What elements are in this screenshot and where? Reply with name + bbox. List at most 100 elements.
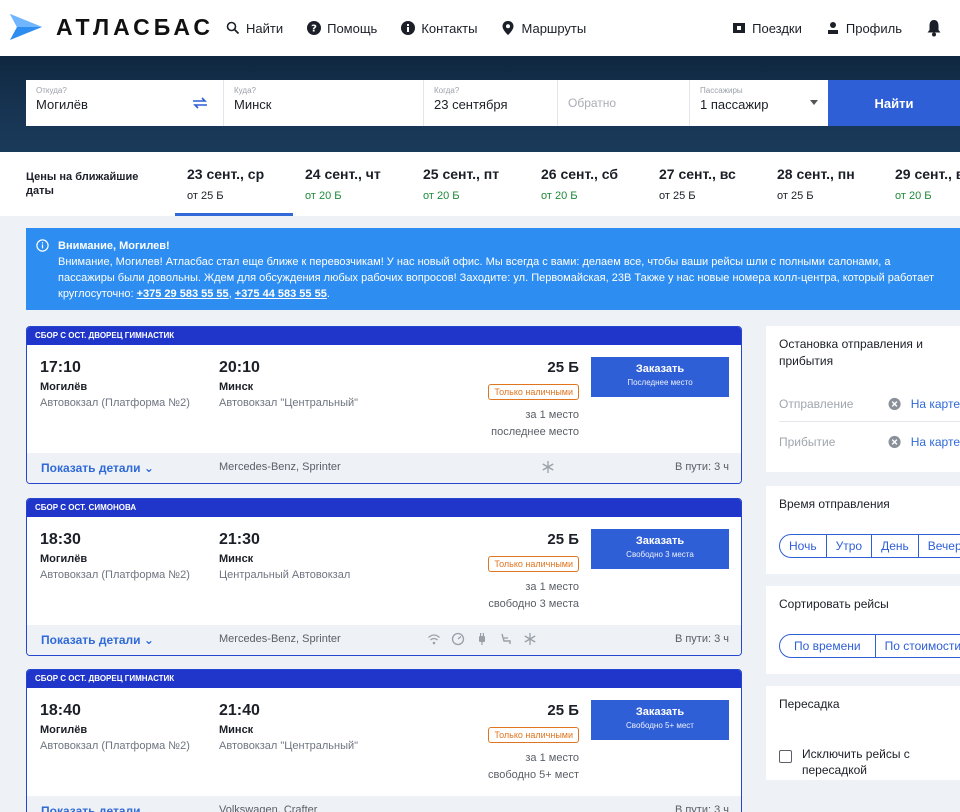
seat-note: за 1 место	[525, 581, 579, 593]
duration: В пути: 3 ч	[674, 461, 729, 473]
passengers-select[interactable]: Пассажиры 1 пассажир	[690, 80, 828, 126]
show-details-link[interactable]: Показать детали ⌄	[41, 804, 154, 812]
from-field[interactable]: Откуда? Могилёв	[26, 80, 224, 126]
return-field[interactable]: Обратно	[558, 80, 690, 126]
arrival-stop-row[interactable]: Прибытие На карте	[779, 424, 960, 460]
dates-label: Цены на ближайшие даты	[26, 171, 139, 197]
arr-time: 21:30	[219, 531, 260, 548]
sort-option[interactable]: По стоимости	[876, 635, 960, 657]
amenities	[541, 460, 555, 474]
dep-station: Автовокзал (Платформа №2)	[40, 569, 190, 581]
date-item[interactable]: 25 сент., пт от 20 Ƃ	[411, 152, 529, 216]
trip-body: 18:30 Могилёв Автовокзал (Платформа №2) …	[27, 517, 741, 625]
date-field[interactable]: Когда? 23 сентября	[424, 80, 558, 126]
nav-profile-label: Профиль	[845, 20, 902, 36]
cash-only-badge: Только наличными	[488, 727, 579, 743]
trip-footer: Показать детали ⌄ Volkswagen, Crafter В …	[27, 796, 741, 812]
date-item[interactable]: 29 сент., вт от 20 Ƃ	[883, 152, 960, 216]
show-details-link[interactable]: Показать детали ⌄	[41, 633, 154, 647]
date-price: от 20 Ƃ	[305, 190, 342, 202]
checkbox-box[interactable]	[779, 750, 792, 763]
speedometer-icon	[451, 632, 465, 646]
from-value: Могилёв	[36, 97, 88, 112]
pickup-strip: СБОР С ОСТ. СИМОНОВА	[27, 499, 741, 517]
time-option[interactable]: Вечер	[919, 535, 960, 557]
trip-body: 17:10 Могилёв Автовокзал (Платформа №2) …	[27, 345, 741, 453]
search-icon	[226, 21, 240, 35]
date-item[interactable]: 28 сент., пн от 25 Ƃ	[765, 152, 883, 216]
date-price: от 25 Ƃ	[659, 190, 696, 202]
time-option[interactable]: Утро	[827, 535, 873, 557]
date-item[interactable]: 27 сент., вс от 25 Ƃ	[647, 152, 765, 216]
transfer-filter: Пересадка Исключить рейсы с пересадкой	[766, 686, 960, 780]
bell-icon[interactable]	[926, 19, 942, 37]
chevron-down-icon	[810, 100, 818, 105]
info-circle-icon	[36, 239, 49, 252]
exclude-transfers-checkbox[interactable]: Исключить рейсы с пересадкой	[779, 746, 942, 778]
seat-icon	[501, 633, 511, 644]
nav-contacts[interactable]: Контакты	[401, 21, 477, 36]
date-item[interactable]: 23 сент., ср от 25 Ƃ	[175, 152, 293, 216]
pin-icon	[502, 21, 514, 35]
duration: В пути: 3 ч	[674, 633, 729, 645]
arr-time: 21:40	[219, 702, 260, 719]
info-icon	[401, 21, 416, 35]
dep-city: Могилёв	[40, 724, 88, 736]
time-option[interactable]: День	[872, 535, 919, 557]
departure-stop-row[interactable]: Отправление На карте	[779, 386, 960, 422]
trip-footer: Показать детали ⌄ Mercedes-Benz, Sprinte…	[27, 625, 741, 655]
nav-profile[interactable]: Профиль	[826, 21, 902, 36]
duration: В пути: 3 ч	[674, 804, 729, 812]
book-button[interactable]: Заказать Свободно 3 места	[591, 529, 729, 569]
pickup-strip: СБОР С ОСТ. ДВОРЕЦ ГИМНАСТИК	[27, 327, 741, 345]
bus-model: Mercedes-Benz, Sprinter	[219, 633, 341, 645]
book-button[interactable]: Заказать Последнее место	[591, 357, 729, 397]
dep-station: Автовокзал (Платформа №2)	[40, 397, 190, 409]
dep-city: Могилёв	[40, 553, 88, 565]
stops-title: Остановка отправления и прибытия	[779, 337, 923, 368]
nav-find[interactable]: Найти	[226, 21, 283, 36]
sort-option[interactable]: По времени	[780, 635, 876, 657]
arr-city: Минск	[219, 724, 254, 736]
map-link[interactable]: На карте	[911, 397, 960, 411]
clear-icon[interactable]	[888, 397, 901, 411]
swap-icon[interactable]	[191, 94, 209, 112]
arr-time: 20:10	[219, 359, 260, 376]
date-text: 25 сент., пт	[423, 166, 500, 182]
trip-card: СБОР С ОСТ. ДВОРЕЦ ГИМНАСТИК 18:40 Могил…	[26, 669, 742, 812]
clear-icon[interactable]	[888, 435, 901, 449]
stops-filter: Остановка отправления и прибытия Отправл…	[766, 326, 960, 472]
phone-link-2[interactable]: +375 44 583 55 55	[235, 288, 327, 300]
seats-left: свободно 3 места	[488, 598, 579, 610]
seats-left: свободно 5+ мест	[488, 769, 579, 781]
book-sub: Свободно 5+ мест	[626, 721, 694, 730]
date-item[interactable]: 26 сент., сб от 20 Ƃ	[529, 152, 647, 216]
nav-routes[interactable]: Маршруты	[501, 21, 586, 36]
bus-model: Mercedes-Benz, Sprinter	[219, 461, 341, 473]
search-form: Откуда? Могилёв Куда? Минск Когда? 23 се…	[26, 80, 828, 126]
phone-link-1[interactable]: +375 29 583 55 55	[137, 288, 229, 300]
date-text: 24 сент., чт	[305, 166, 381, 182]
return-placeholder: Обратно	[568, 96, 617, 110]
dep-station: Автовокзал (Платформа №2)	[40, 740, 190, 752]
notice-end: .	[326, 288, 330, 300]
trip-price: 25 Ƃ	[547, 359, 579, 376]
date-item[interactable]: 24 сент., чт от 20 Ƃ	[293, 152, 411, 216]
pax-value: 1 пассажир	[700, 97, 769, 112]
logo[interactable]: АТЛАСБАС	[8, 12, 214, 42]
to-field[interactable]: Куда? Минск	[224, 80, 424, 126]
book-label: Заказать	[635, 706, 685, 718]
nav-trips[interactable]: Поездки	[732, 21, 802, 36]
search-band: Откуда? Могилёв Куда? Минск Когда? 23 се…	[0, 56, 960, 152]
map-link[interactable]: На карте	[911, 435, 960, 449]
sort-title: Сортировать рейсы	[779, 597, 889, 611]
date-price: от 25 Ƃ	[777, 190, 814, 202]
find-button[interactable]: Найти	[828, 80, 960, 126]
nav-help[interactable]: ? Помощь	[307, 21, 377, 36]
snowflake-icon	[524, 633, 536, 645]
time-option[interactable]: Ночь	[780, 535, 827, 557]
show-details-link[interactable]: Показать детали ⌄	[41, 461, 154, 475]
trip-card: СБОР С ОСТ. СИМОНОВА 18:30 Могилёв Автов…	[26, 498, 742, 656]
transfer-title: Пересадка	[779, 697, 840, 711]
book-button[interactable]: Заказать Свободно 5+ мест	[591, 700, 729, 740]
